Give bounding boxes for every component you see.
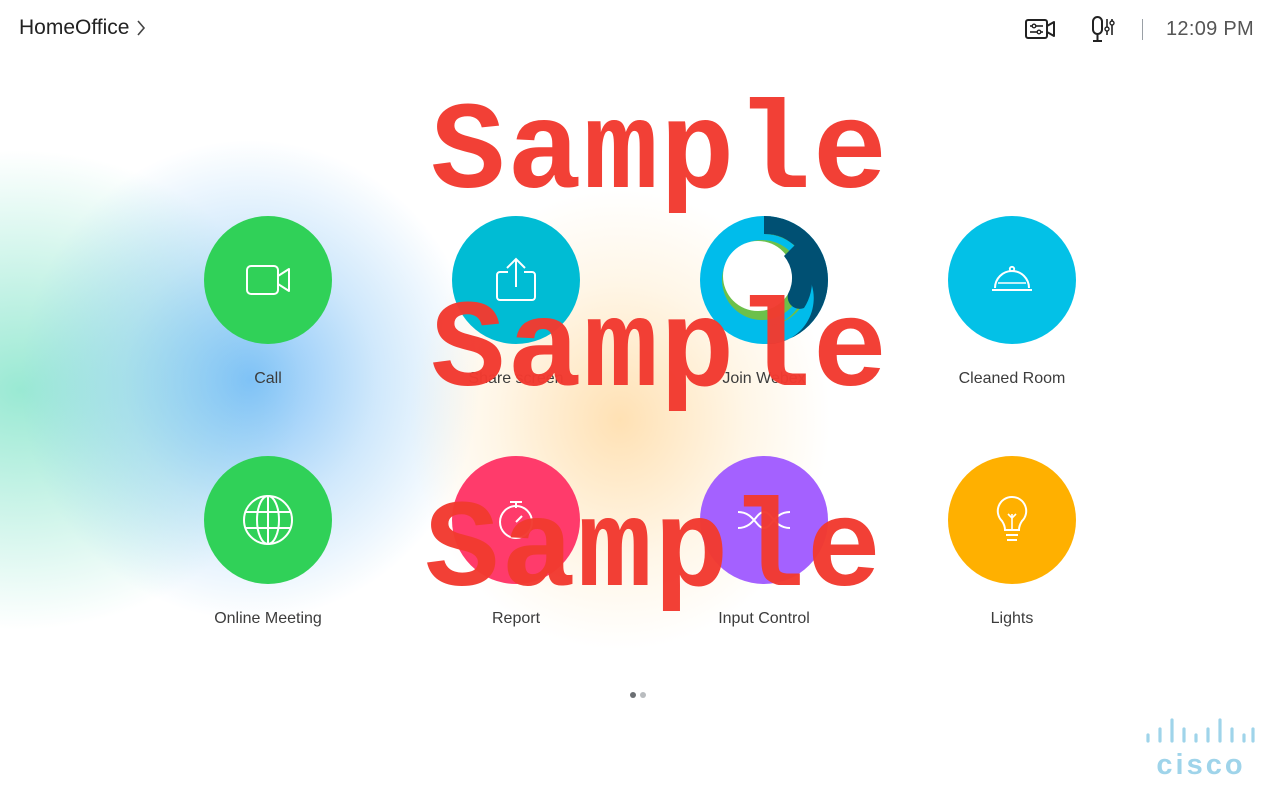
- lights-tile[interactable]: Lights: [912, 456, 1112, 656]
- sample-watermark-1: Sample: [430, 85, 890, 225]
- input-control-label: Input Control: [718, 610, 810, 627]
- call-label: Call: [254, 370, 282, 387]
- globe-icon: [243, 495, 293, 545]
- lightbulb-icon: [996, 495, 1028, 541]
- share-screen-tile[interactable]: Share screen: [416, 216, 616, 416]
- join-webex-label: Join Webex: [722, 370, 806, 387]
- page-dot-1[interactable]: [630, 692, 636, 698]
- chevron-right-icon: [136, 20, 145, 36]
- input-control-icon: [737, 510, 791, 530]
- cleaned-room-button[interactable]: [948, 216, 1076, 344]
- input-control-button[interactable]: [700, 456, 828, 584]
- join-webex-tile[interactable]: Join Webex: [664, 216, 864, 416]
- cisco-logo-text: cisco: [1156, 749, 1245, 778]
- clock: 12:09 PM: [1166, 18, 1255, 40]
- report-icon: [499, 501, 533, 539]
- cisco-logo: cisco: [1146, 718, 1255, 778]
- page-dot-2[interactable]: [640, 692, 646, 698]
- call-tile[interactable]: Call: [168, 216, 368, 416]
- report-button[interactable]: [452, 456, 580, 584]
- room-name-label: HomeOffice: [19, 16, 130, 39]
- page-indicator: [630, 692, 646, 698]
- camera-controls-icon[interactable]: [1024, 15, 1056, 43]
- cleaned-room-tile[interactable]: Cleaned Room: [912, 216, 1112, 416]
- join-webex-button[interactable]: [700, 216, 828, 344]
- share-screen-button[interactable]: [452, 216, 580, 344]
- header-divider: [1142, 19, 1143, 40]
- service-bell-icon: [992, 265, 1032, 291]
- webex-logo-icon: [700, 216, 828, 344]
- home-screen: HomeOffice 12:09 PM Call Share screen Jo…: [0, 0, 1280, 800]
- video-camera-icon: [246, 265, 290, 295]
- input-control-tile[interactable]: Input Control: [664, 456, 864, 656]
- online-meeting-label: Online Meeting: [214, 610, 322, 627]
- lights-button[interactable]: [948, 456, 1076, 584]
- cleaned-room-label: Cleaned Room: [958, 370, 1066, 387]
- room-name-button[interactable]: HomeOffice: [19, 16, 146, 40]
- report-label: Report: [491, 610, 541, 627]
- online-meeting-button[interactable]: [204, 456, 332, 584]
- share-upload-icon: [496, 257, 536, 301]
- microphone-controls-icon[interactable]: [1090, 15, 1118, 45]
- top-bar: HomeOffice 12:09 PM: [0, 0, 1280, 60]
- report-tile[interactable]: Report: [416, 456, 616, 656]
- lights-label: Lights: [990, 610, 1034, 627]
- call-button[interactable]: [204, 216, 332, 344]
- online-meeting-tile[interactable]: Online Meeting: [168, 456, 368, 656]
- share-screen-label: Share screen: [468, 370, 564, 387]
